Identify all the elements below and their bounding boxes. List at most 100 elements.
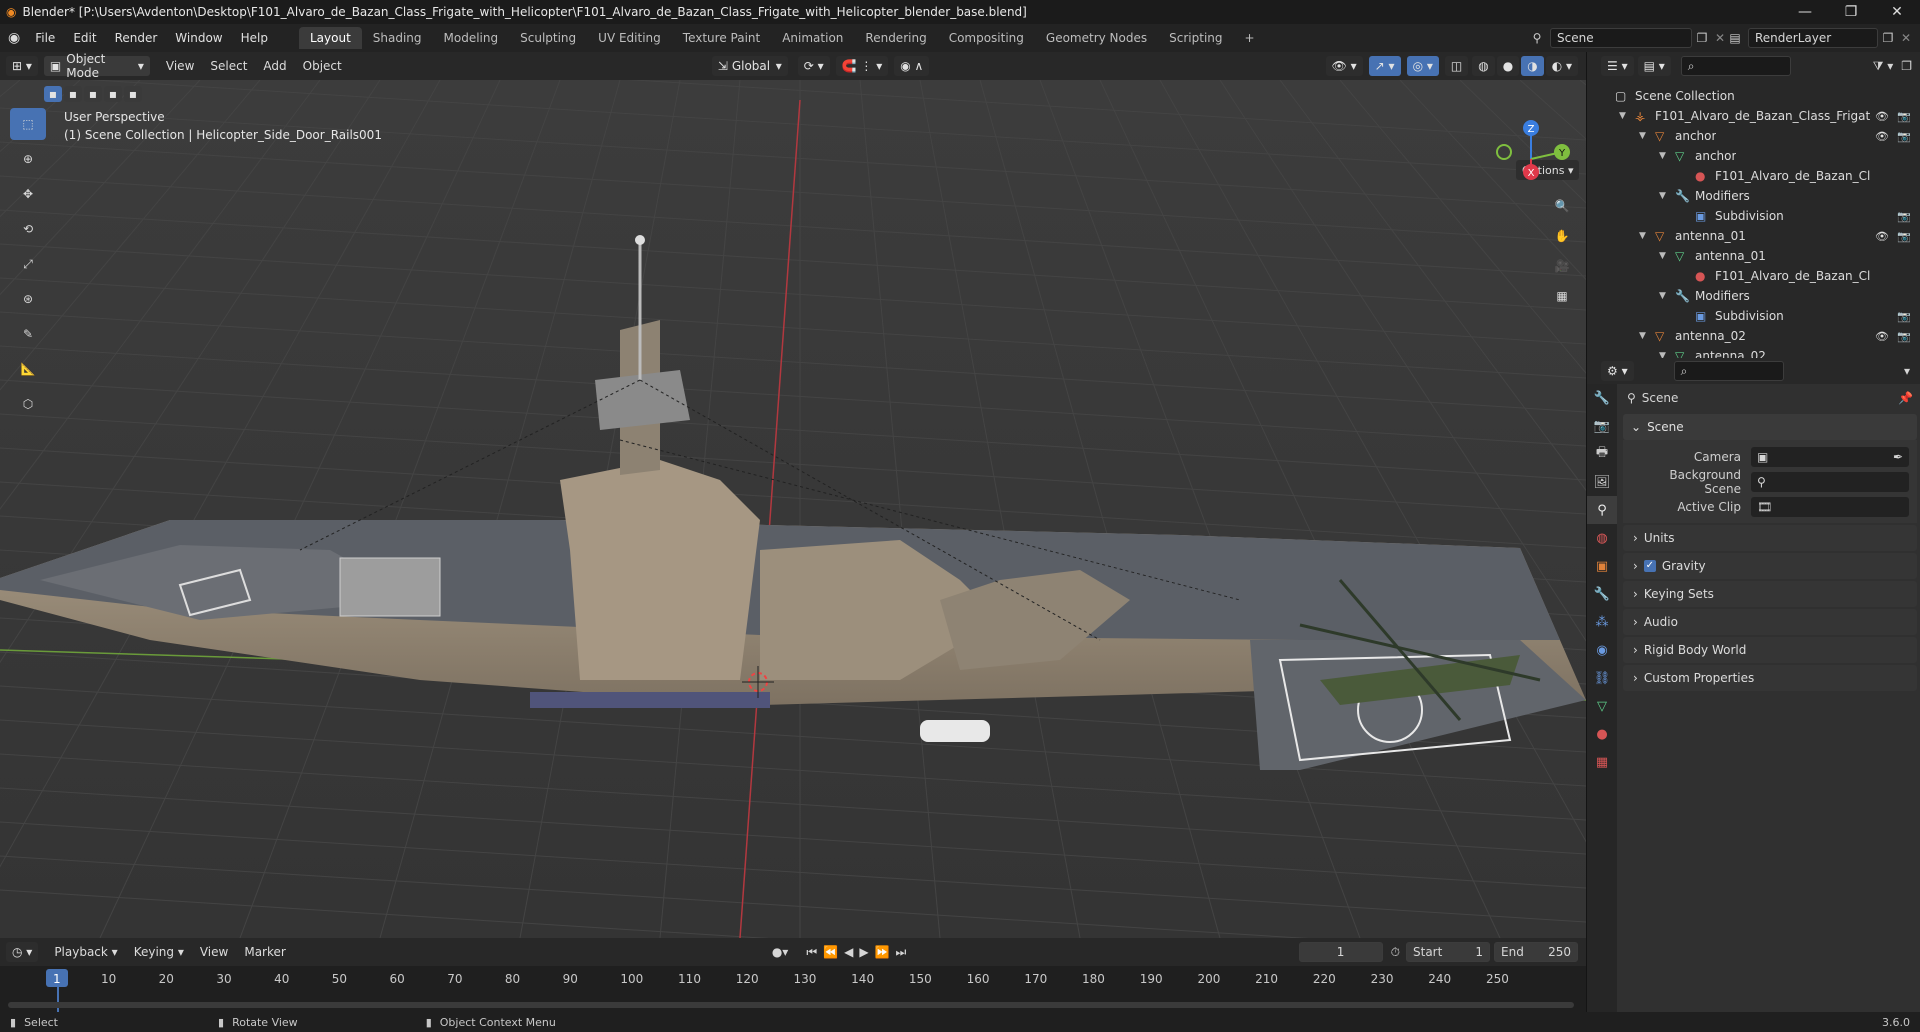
- properties-search-input[interactable]: ⌕: [1673, 361, 1784, 381]
- menu-file[interactable]: File: [26, 31, 64, 45]
- select-subtract-icon[interactable]: ▪: [84, 86, 102, 102]
- outliner-row[interactable]: ▼ ▽ antenna_01 👁 📷: [1587, 226, 1920, 246]
- play-reverse-icon[interactable]: ◀: [844, 945, 853, 959]
- proportional-edit-icon[interactable]: ◉ ∧: [894, 56, 930, 76]
- constraints-tab-icon[interactable]: ⛓: [1587, 664, 1617, 692]
- scene-icon[interactable]: ⚲: [1524, 31, 1550, 45]
- render-toggle-icon[interactable]: 📷: [1897, 230, 1911, 243]
- new-collection-icon[interactable]: ❐: [1901, 59, 1912, 73]
- expand-arrow-icon[interactable]: ▼: [1639, 231, 1646, 241]
- tool-tab-icon[interactable]: 🔧: [1587, 384, 1617, 412]
- wireframe-shading-icon[interactable]: ◍: [1472, 56, 1495, 76]
- object-tab-icon[interactable]: ▣: [1587, 552, 1617, 580]
- add-cube-tool-icon[interactable]: ⬡: [10, 388, 46, 420]
- menu-timeline-view[interactable]: View: [192, 945, 236, 959]
- tab-animation[interactable]: Animation: [771, 27, 854, 49]
- tab-rendering[interactable]: Rendering: [854, 27, 937, 49]
- tab-texture-paint[interactable]: Texture Paint: [672, 27, 771, 49]
- expand-arrow-icon[interactable]: ▼: [1659, 191, 1666, 201]
- material-shading-icon[interactable]: ◑: [1521, 56, 1544, 76]
- view-layer-tab-icon[interactable]: 🖼: [1587, 468, 1617, 496]
- expand-arrow-icon[interactable]: ▼: [1619, 111, 1626, 121]
- overlay-toggle-icon[interactable]: ◎ ▾: [1406, 56, 1439, 76]
- clock-icon[interactable]: ⏱: [1391, 945, 1400, 960]
- select-invert-icon[interactable]: ▪: [104, 86, 122, 102]
- outliner-search-input[interactable]: ⌕: [1680, 56, 1791, 76]
- render-toggle-icon[interactable]: 📷: [1897, 330, 1911, 343]
- menu-add[interactable]: Add: [255, 59, 294, 73]
- filter-icon[interactable]: ⧩ ▾: [1873, 59, 1894, 74]
- play-icon[interactable]: ▶: [859, 945, 868, 959]
- eye-icon[interactable]: 👁: [1875, 230, 1889, 243]
- camera-field[interactable]: ▣ ✒: [1751, 446, 1909, 467]
- world-tab-icon[interactable]: ◍: [1587, 524, 1617, 552]
- pivot-icon[interactable]: ⟳ ▾: [797, 56, 830, 76]
- units-panel[interactable]: › Units: [1623, 525, 1917, 551]
- display-mode-icon[interactable]: ▤ ▾: [1637, 56, 1671, 76]
- outliner-row[interactable]: ● F101_Alvaro_de_Bazan_Cla: [1587, 166, 1920, 186]
- menu-object[interactable]: Object: [295, 59, 350, 73]
- tab-uv-editing[interactable]: UV Editing: [587, 27, 672, 49]
- eye-icon[interactable]: 👁: [1875, 330, 1889, 343]
- annotate-tool-icon[interactable]: ✎: [10, 318, 46, 350]
- menu-marker[interactable]: Marker: [236, 945, 293, 959]
- menu-view[interactable]: View: [158, 59, 202, 73]
- select-intersect-icon[interactable]: ▪: [124, 86, 142, 102]
- close-icon[interactable]: ✕: [1874, 0, 1920, 24]
- props-options-icon[interactable]: ▾: [1904, 364, 1910, 378]
- transform-orientation-dropdown[interactable]: ⇲ Global ▾: [711, 56, 788, 76]
- outliner-row[interactable]: ▣ Subdivision 📷: [1587, 206, 1920, 226]
- menu-help[interactable]: Help: [232, 31, 277, 45]
- cursor-tool-icon[interactable]: ⊕: [10, 143, 46, 175]
- new-scene-icon[interactable]: ❐: [1692, 31, 1712, 45]
- select-new-icon[interactable]: ▪: [44, 86, 62, 102]
- tab-shading[interactable]: Shading: [362, 27, 433, 49]
- outliner-row[interactable]: ▼ ▽ anchor: [1587, 146, 1920, 166]
- material-tab-icon[interactable]: ●: [1587, 720, 1617, 748]
- next-keyframe-icon[interactable]: ⏩: [875, 945, 890, 959]
- ortho-grid-icon[interactable]: ▦: [1548, 282, 1576, 310]
- menu-playback[interactable]: Playback ▾: [46, 945, 125, 959]
- scene-tab-icon[interactable]: ⚲: [1587, 496, 1617, 524]
- maximize-icon[interactable]: ❐: [1828, 0, 1874, 24]
- outliner-row[interactable]: ▼ ⚶ F101_Alvaro_de_Bazan_Class_Frigate_v 👁 📷: [1587, 106, 1920, 126]
- move-tool-icon[interactable]: ✥: [10, 178, 46, 210]
- custom-properties-panel[interactable]: › Custom Properties: [1623, 665, 1917, 691]
- outliner-row[interactable]: ▼ 🔧 Modifiers: [1587, 286, 1920, 306]
- outliner-row[interactable]: ▼ ▽ anchor 👁 📷: [1587, 126, 1920, 146]
- timeline-editor-type-icon[interactable]: ◷ ▾: [6, 942, 39, 962]
- timeline-scrollbar[interactable]: [8, 1002, 1574, 1008]
- rendered-shading-icon[interactable]: ◐ ▾: [1545, 56, 1578, 76]
- navigation-gizmo[interactable]: Z Y X: [1486, 114, 1576, 204]
- visibility-icon[interactable]: 👁 ▾: [1325, 56, 1363, 76]
- outliner-row[interactable]: ▼ ▽ antenna_02 👁 📷: [1587, 326, 1920, 346]
- record-icon[interactable]: ●▾: [772, 945, 789, 959]
- tab-layout[interactable]: Layout: [298, 27, 362, 49]
- outliner-row[interactable]: ▼ ▽ antenna_01: [1587, 246, 1920, 266]
- props-editor-type-icon[interactable]: ⚙ ▾: [1601, 361, 1634, 381]
- outliner-row[interactable]: ▢ Scene Collection: [1587, 86, 1920, 106]
- zoom-icon[interactable]: 🔍: [1548, 192, 1576, 220]
- outliner-row[interactable]: ▣ Subdivision 📷: [1587, 306, 1920, 326]
- camera-view-icon[interactable]: 🎥: [1548, 252, 1576, 280]
- select-extend-icon[interactable]: ▪: [64, 86, 82, 102]
- pan-hand-icon[interactable]: ✋: [1548, 222, 1576, 250]
- expand-arrow-icon[interactable]: ▼: [1659, 151, 1666, 161]
- expand-arrow-icon[interactable]: ▼: [1639, 131, 1646, 141]
- outliner-row[interactable]: ▼ 🔧 Modifiers: [1587, 186, 1920, 206]
- gizmo-toggle-icon[interactable]: ↗ ▾: [1368, 56, 1401, 76]
- audio-panel[interactable]: › Audio: [1623, 609, 1917, 635]
- gravity-panel[interactable]: › ✓ Gravity: [1623, 553, 1917, 579]
- 3d-viewport[interactable]: Options ▾ ▪ ▪ ▪ ▪ ▪: [0, 80, 1586, 938]
- output-tab-icon[interactable]: 🖶: [1587, 440, 1617, 468]
- xray-icon[interactable]: ◫: [1444, 56, 1469, 76]
- minimize-icon[interactable]: —: [1782, 0, 1828, 24]
- menu-keying[interactable]: Keying ▾: [126, 945, 192, 959]
- eye-icon[interactable]: 👁: [1875, 130, 1889, 143]
- start-frame-field[interactable]: Start 1: [1406, 942, 1490, 962]
- menu-select[interactable]: Select: [202, 59, 255, 73]
- particles-tab-icon[interactable]: ⁂: [1587, 608, 1617, 636]
- jump-end-icon[interactable]: ⏭: [896, 945, 907, 960]
- new-renderlayer-icon[interactable]: ❐: [1878, 31, 1898, 45]
- expand-arrow-icon[interactable]: ▼: [1659, 251, 1666, 261]
